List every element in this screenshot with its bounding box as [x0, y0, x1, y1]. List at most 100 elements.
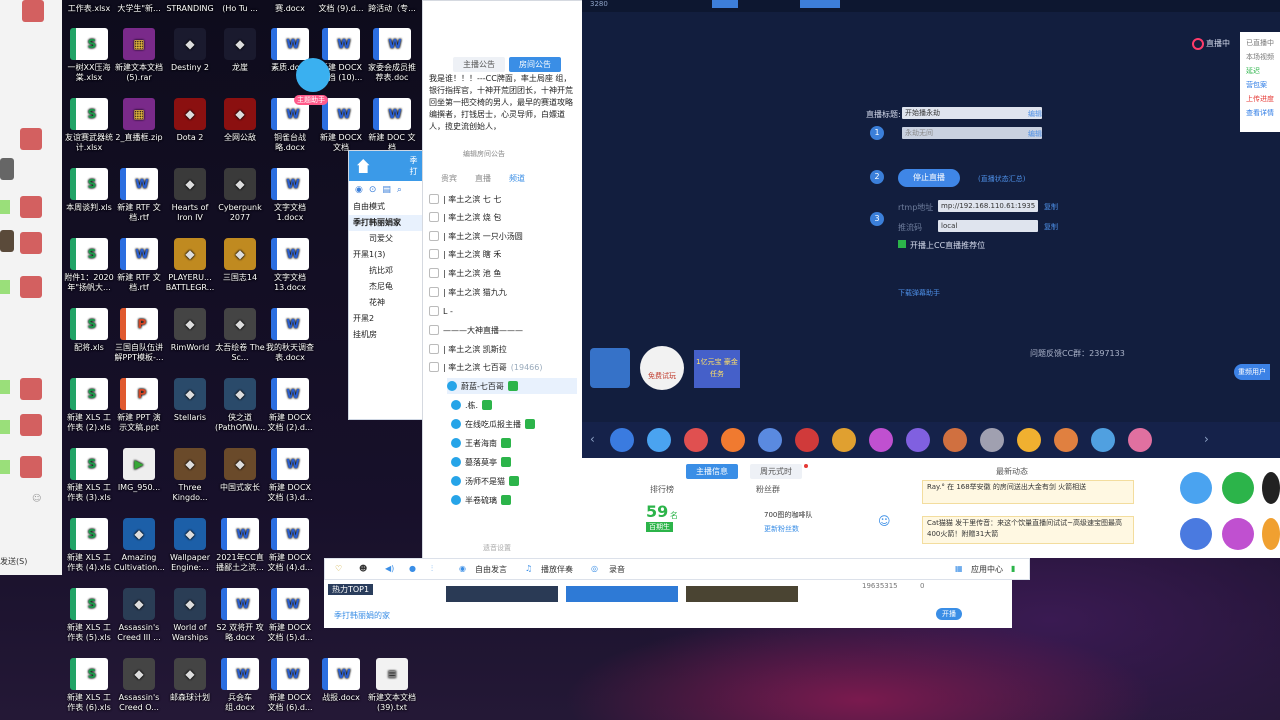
file-icon[interactable]: W 新建 DOCX 文档 (6).d...: [265, 658, 315, 713]
channel-row[interactable]: | 率土之滨 猫九九: [429, 284, 579, 300]
file-icon[interactable]: W 铜雀台战略.docx: [265, 98, 315, 153]
music-icon[interactable]: ♫: [525, 564, 532, 573]
channel-row[interactable]: | 率土之滨 七百哥 (19466): [429, 359, 579, 375]
checkbox-icon[interactable]: [429, 249, 439, 259]
game-shortcut[interactable]: ◆ 侠之道 (PathOfWu...: [215, 378, 265, 433]
file-icon[interactable]: W 新建 DOCX 文档 (2).d...: [265, 378, 315, 433]
speaker-icon[interactable]: ◀): [385, 564, 394, 573]
file-icon[interactable]: W 新建 RTF 文档.rtf: [114, 168, 164, 223]
promo-chest-icon[interactable]: [590, 348, 630, 388]
game-shortcut[interactable]: ◆ 三国志14: [215, 238, 265, 283]
user-row[interactable]: 汤师不是猫: [451, 473, 581, 489]
category-input[interactable]: 永劫无间: [902, 127, 1042, 139]
copy-rtmp-button[interactable]: 复制: [1044, 202, 1058, 212]
game-shortcut[interactable]: ◆ Dota 2: [165, 98, 215, 143]
prev-icon[interactable]: ‹: [590, 432, 595, 446]
record-icon[interactable]: ◎: [591, 564, 598, 573]
checkbox-icon[interactable]: [429, 231, 439, 241]
status-link[interactable]: (直播状态汇总): [978, 174, 1025, 184]
game-shortcut[interactable]: ◆ 中国式家长: [215, 448, 265, 493]
user-row[interactable]: 墓落莫亭: [451, 454, 581, 470]
channel-group[interactable]: 开黑2: [349, 311, 422, 327]
channel-user[interactable]: 花神: [349, 295, 422, 311]
channel-root[interactable]: 季打韩丽娟家: [349, 215, 422, 231]
user-row[interactable]: 半卷硫璃: [451, 492, 581, 508]
checkbox-icon[interactable]: [429, 268, 439, 278]
copy-key-button[interactable]: 复制: [1044, 222, 1058, 232]
feature-button-icon[interactable]: [1180, 472, 1212, 504]
channel-group[interactable]: 开黑1(3): [349, 247, 422, 263]
top-badge[interactable]: [712, 0, 738, 8]
bot-icon[interactable]: ☺: [878, 514, 891, 528]
app-grid-icon[interactable]: ▦: [955, 564, 963, 573]
file-icon[interactable]: W 新建 DOCX 文档: [316, 98, 366, 153]
file-icon[interactable]: W 新建 DOC 文档: [367, 98, 417, 153]
menu-item[interactable]: 营包案: [1246, 78, 1274, 92]
game-shortcut[interactable]: ◆ PLAYERU... BATTLEGR...: [165, 238, 215, 293]
location-icon[interactable]: ⊙: [369, 185, 377, 195]
gift-icon[interactable]: [684, 428, 708, 452]
file-icon[interactable]: P 三国自队伍讲解PPT模板-...: [114, 308, 164, 363]
file-icon[interactable]: S 一树XX压海棠.xlsx: [64, 28, 114, 83]
next-icon[interactable]: ›: [1204, 432, 1209, 446]
file-icon[interactable]: W 兵会车组.docx: [215, 658, 265, 713]
tab-room-notice[interactable]: 房间公告: [509, 57, 561, 72]
file-icon[interactable]: S 配将.xls: [64, 308, 114, 353]
file-icon[interactable]: P 新建 PPT 演示文稿.ppt: [114, 378, 164, 433]
edit-title-link[interactable]: 编辑: [1028, 109, 1042, 119]
file-icon[interactable]: W 战报.docx: [316, 658, 366, 703]
feature-button-icon[interactable]: [1222, 518, 1254, 550]
channel-row[interactable]: ———大神直播———: [429, 322, 579, 338]
gift-icon[interactable]: [610, 428, 634, 452]
channel-group[interactable]: 挂机房: [349, 327, 422, 343]
gift-icon[interactable]: [1017, 428, 1041, 452]
record-label[interactable]: 录音: [609, 564, 625, 575]
thumbnail[interactable]: [686, 586, 798, 602]
checkbox-icon[interactable]: [429, 212, 439, 222]
game-shortcut[interactable]: ◆ 龙崖: [215, 28, 265, 73]
user-icon[interactable]: ◉: [355, 185, 363, 195]
menu-item[interactable]: 查看详情: [1246, 106, 1274, 120]
game-shortcut[interactable]: ◆ Assassin's Creed III ...: [114, 588, 164, 643]
file-icon[interactable]: ▶ IMG_950...: [114, 448, 164, 493]
menu-item[interactable]: 上传进度: [1246, 92, 1274, 106]
side-user-button[interactable]: 重频用户: [1234, 364, 1270, 380]
game-shortcut[interactable]: ◆ Hearts of Iron IV: [165, 168, 215, 223]
game-shortcut[interactable]: ◆ RimWorld: [165, 308, 215, 353]
promo-gold-task[interactable]: 1亿元宝 豪金任务: [694, 350, 740, 388]
file-icon[interactable]: S 新建 XLS 工作表 (4).xls: [64, 518, 114, 573]
gift-icon[interactable]: [906, 428, 930, 452]
menu-item[interactable]: 本场视频: [1246, 50, 1274, 64]
app-center-label[interactable]: 应用中心: [971, 564, 1003, 575]
download-danmaku-link[interactable]: 下载弹幕助手: [898, 288, 940, 298]
user-row[interactable]: 王者海南: [451, 435, 581, 451]
channel-user[interactable]: 抗比邓: [349, 263, 422, 279]
home-icon[interactable]: [357, 159, 370, 173]
file-icon[interactable]: S 本周谈判.xls: [64, 168, 114, 213]
file-icon[interactable]: S 新建 XLS 工作表 (6).xls: [64, 658, 114, 713]
file-icon[interactable]: S 新建 XLS 工作表 (3).xls: [64, 448, 114, 503]
file-icon[interactable]: W 我的秋天调查表.docx: [265, 308, 315, 363]
promo-free-trial[interactable]: 免费试玩: [640, 346, 684, 390]
key-input[interactable]: local: [938, 220, 1038, 232]
game-shortcut[interactable]: ◆ Three Kingdo...: [165, 448, 215, 503]
file-icon[interactable]: W 家委会成员推荐表.doc: [367, 28, 417, 83]
mixer-icon[interactable]: ⫶: [431, 564, 433, 574]
file-icon[interactable]: W 文字文档 13.docx: [265, 238, 315, 293]
checkbox-icon[interactable]: [429, 306, 439, 316]
game-shortcut[interactable]: ◆ Amazing Cultivation...: [114, 518, 164, 573]
tab-schedule[interactable]: 周元式时: [750, 464, 802, 479]
file-icon[interactable]: S 友谊赛武器统计.xlsx: [64, 98, 114, 153]
search-icon[interactable]: ⌕: [397, 185, 402, 195]
room-name[interactable]: 季打韩丽娟的家: [334, 610, 390, 621]
checkbox-icon[interactable]: [429, 287, 439, 297]
emoji-icon[interactable]: ☺: [32, 494, 41, 504]
gift-icon[interactable]: [795, 428, 819, 452]
gift-icon[interactable]: [1091, 428, 1115, 452]
channel-user[interactable]: 司爱父: [349, 231, 422, 247]
gift-icon[interactable]: [647, 428, 671, 452]
file-icon[interactable]: ≡ 新建文本文档 (39).txt: [367, 658, 417, 713]
thumbnail[interactable]: [566, 586, 678, 602]
game-shortcut[interactable]: ◆ 太吾绘卷 The Sc...: [215, 308, 265, 363]
thumbnail[interactable]: [446, 586, 558, 602]
